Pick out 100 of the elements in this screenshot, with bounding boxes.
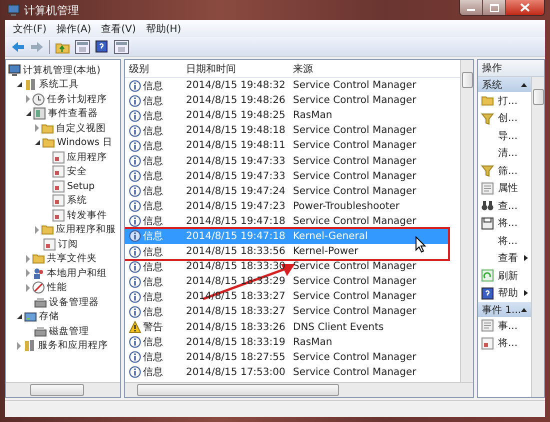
level-text: 信息 [143,110,163,123]
action-item[interactable]: 将... [498,336,518,350]
table-row[interactable]: 信息 2014/8/15 18:33:19 RasMan [125,334,460,350]
table-row[interactable]: 警告 2014/8/15 18:33:26 DNS Client Events [125,320,460,335]
computer-icon [7,4,20,16]
menu-item[interactable]: 操作(A) [56,22,92,36]
action-item[interactable]: 查... [498,198,518,213]
source-cell-text: Service Control Manager [293,140,418,152]
table-row[interactable]: 信息 2014/8/15 19:47:33 Service Control Manager [125,153,460,169]
column-header[interactable]: 来源 [293,62,460,76]
tree-item[interactable]: 安全 [67,165,87,178]
date-time-cell-text: 2014/8/15 19:47:23 [186,200,286,212]
tree-item[interactable]: 设备管理器 [49,296,99,309]
tree-item[interactable]: 磁盘管理 [49,324,89,338]
action-item[interactable]: 将... [498,216,518,230]
log-icon [481,336,494,350]
tree-item[interactable]: 自定义视图 [56,122,106,135]
level-text: 信息 [143,170,163,184]
date-time-cell-text: 2014/8/15 18:33:19 [186,336,286,348]
menu-item[interactable]: 帮助(H) [146,22,182,36]
table-row[interactable]: 信息 2014/8/15 18:27:55 Service Control Manager [125,350,460,365]
vertical-scrollbar[interactable] [531,77,544,397]
folder-icon [41,223,54,236]
maximize-button[interactable] [483,0,506,15]
vertical-scrollbar[interactable] [460,60,473,382]
action-item[interactable]: 刷新 [498,268,518,283]
close-button[interactable] [506,0,544,15]
tree-item[interactable]: 应用程序 [67,150,107,164]
tree-item[interactable]: Setup [67,180,95,192]
action-item[interactable]: 属性 [498,181,518,196]
action-item[interactable]: 导... [498,128,518,143]
collapsed-arrow-icon[interactable] [26,269,30,278]
action-item[interactable]: 创... [498,111,518,126]
tree-item[interactable]: 性能 [47,281,67,294]
folder-icon [41,122,54,135]
action-item[interactable]: 筛... [498,164,518,178]
minimize-button[interactable] [460,0,483,15]
tree-item[interactable]: 系统工具 [39,78,79,92]
level-text: 信息 [143,140,163,153]
date-time-cell-text: 2014/8/15 19:48:25 [186,110,286,122]
menu-item[interactable]: 文件(F) [13,22,47,36]
tree-item[interactable]: 事件查看器 [48,107,98,120]
collapsed-arrow-icon[interactable] [17,342,21,350]
tree-item[interactable]: 任务计划程序 [47,92,107,106]
collapse-arrow-icon[interactable] [521,82,527,86]
tree-item[interactable]: 本地用户和组 [47,266,107,280]
tree-item[interactable]: 存储 [39,310,59,324]
log-icon [52,165,65,178]
source-cell-text: Kernel-General [293,230,369,242]
table-row[interactable]: 信息 2014/8/15 19:48:11 Service Control Manager [125,138,460,154]
column-header[interactable]: 日期和时间 [186,62,293,76]
date-time-cell-text: 2014/8/15 18:33:26 [186,322,286,333]
panel-icon[interactable] [114,40,129,54]
tree-item[interactable]: 转发事件 [67,208,107,222]
action-item[interactable]: 打... [498,94,518,108]
table-row[interactable]: 信息 2014/8/15 18:33:56 Kernel-Power [125,244,448,260]
column-header[interactable]: 级别 [129,62,186,76]
date-time-cell-text: 2014/8/15 19:48:18 [186,125,286,136]
action-item[interactable]: 帮助 [498,286,518,300]
date-time-cell-text: 2014/8/15 19:47:18 [186,216,286,227]
date-time-cell-text: 2014/8/15 17:53:00 [186,366,286,378]
action-item[interactable]: 清... [498,146,518,160]
table-row[interactable]: 信息 2014/8/15 19:48:18 Service Control Manager [125,123,460,138]
source-cell-text: Service Control Manager [293,216,418,227]
horizontal-scrollbar[interactable] [6,382,120,397]
tree-item[interactable]: 计算机管理(本地) [23,64,100,77]
source-cell-text: Service Control Manager [293,80,418,92]
section-header[interactable]: 事件 1... [478,302,531,317]
table-row[interactable]: 信息 2014/8/15 19:48:26 Service Control Manager [125,93,460,108]
collapse-arrow-icon[interactable] [521,308,528,312]
panel-icon[interactable] [75,40,90,54]
action-item[interactable]: 事... [498,318,518,333]
level-text: 信息 [143,366,163,380]
action-item[interactable]: 查看 [498,251,518,266]
source-cell-text: Service Control Manager [293,306,418,318]
table-row[interactable]: 信息 2014/8/15 19:47:18 Service Control Manager [125,214,460,229]
table-row[interactable]: 信息 2014/8/15 19:47:23 Power-Troubleshooter [125,198,460,214]
tree-item[interactable]: 应用程序和服 [56,223,116,236]
table-row[interactable]: 信息 2014/8/15 17:53:00 Service Control Manager [125,364,460,380]
table-row[interactable]: 信息 2014/8/15 19:48:25 RasMan [125,108,460,124]
table-row[interactable]: 信息 2014/8/15 19:48:32 Service Control Manager [125,78,460,94]
tree-item[interactable]: 共享文件夹 [47,252,97,266]
level-text: 信息 [143,306,163,319]
table-row[interactable]: 信息 2014/8/15 18:33:27 Service Control Manager [125,304,460,320]
level-text: 信息 [143,94,163,108]
source-cell-text: Service Control Manager [293,291,418,302]
tree-item[interactable]: 服务和应用程序 [38,339,108,352]
tree-item[interactable]: 系统 [67,194,87,208]
table-row[interactable]: 信息 2014/8/15 19:47:24 Service Control Manager [125,184,460,199]
horizontal-scrollbar[interactable] [125,382,473,397]
help-icon[interactable] [95,40,109,54]
section-header[interactable]: 系统 [478,77,531,92]
tree-item[interactable]: 订阅 [58,238,78,251]
action-item[interactable]: 将... [498,234,518,248]
gauge-icon [32,281,45,294]
table-row[interactable]: 信息 2014/8/15 19:47:33 Service Control Manager [125,168,460,184]
tree-item[interactable]: Windows 日 [57,136,112,150]
properties-icon [481,182,494,195]
menu-item[interactable]: 查看(V) [101,22,136,36]
back-arrow-icon[interactable] [11,40,25,52]
